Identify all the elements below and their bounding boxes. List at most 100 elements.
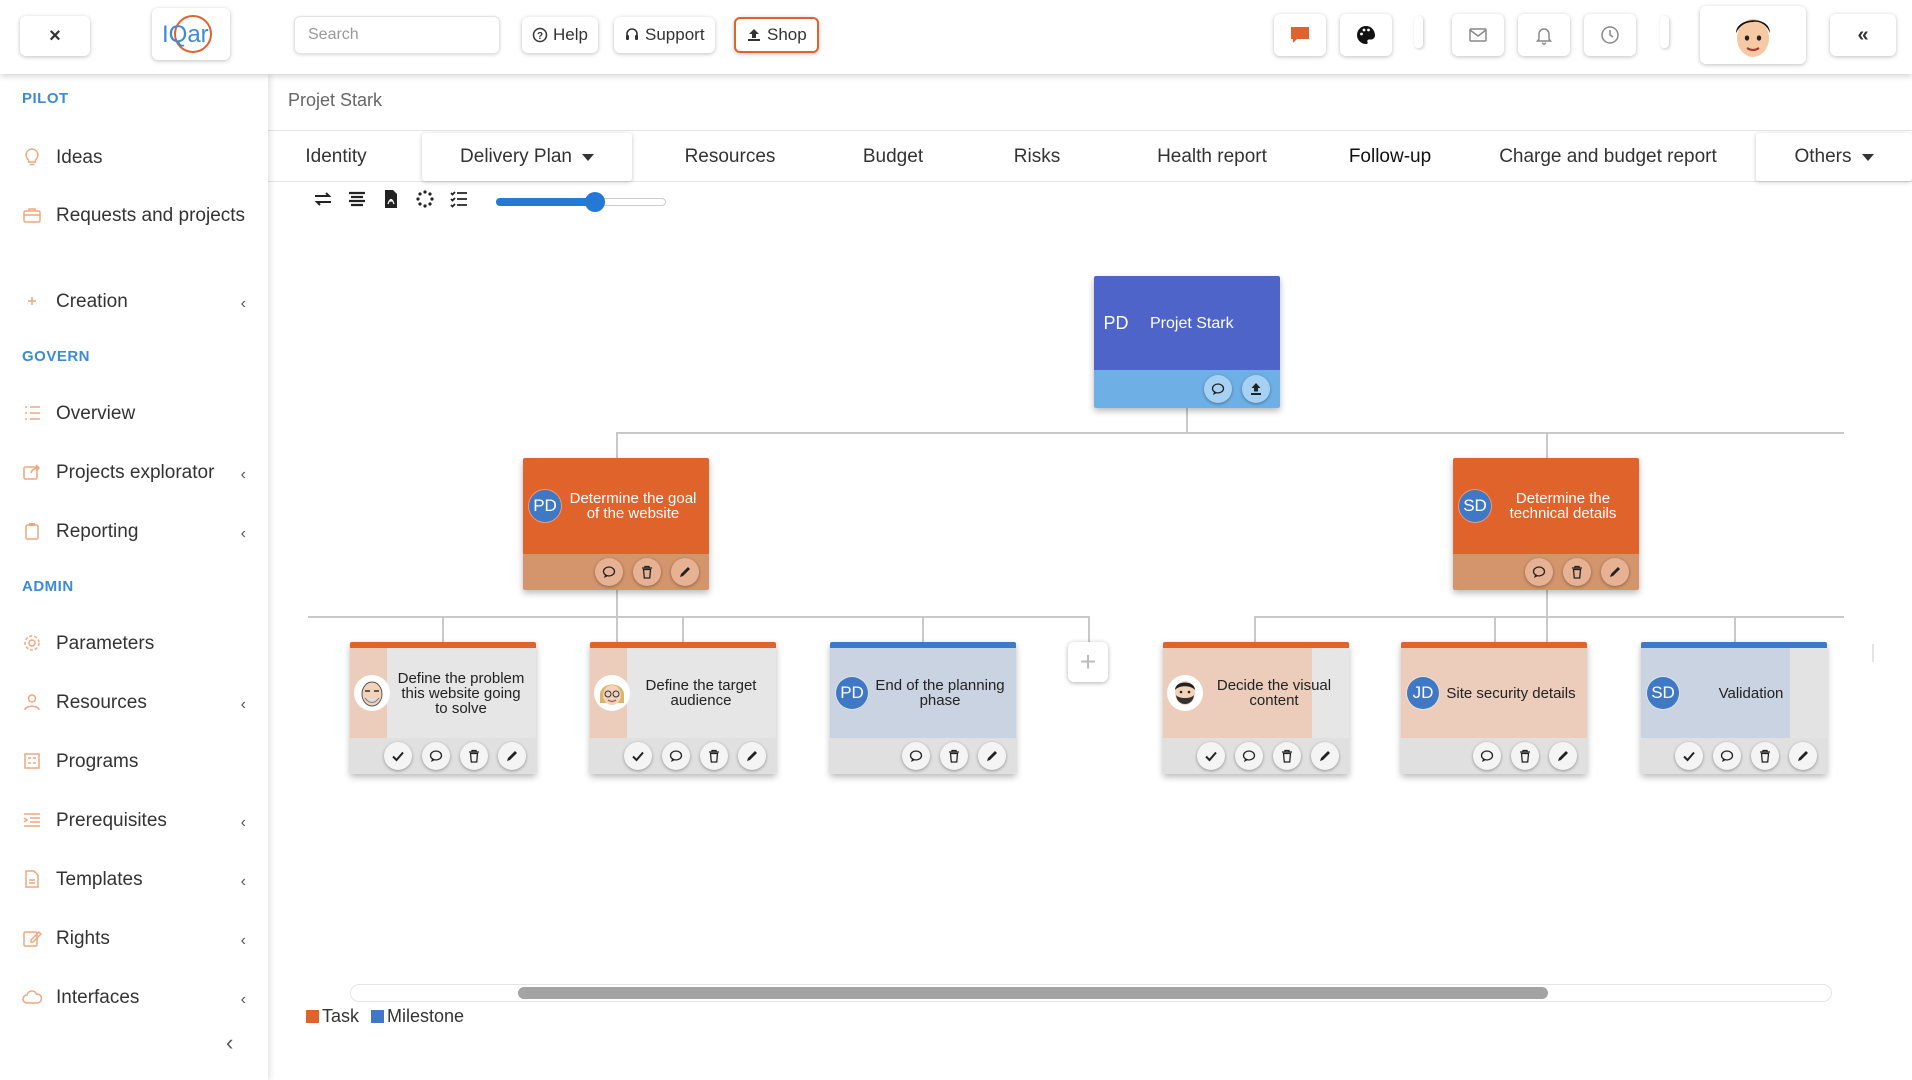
tab-follow-up[interactable]: Follow-up: [1320, 131, 1460, 183]
tab-charge-and-budget-report[interactable]: Charge and budget report: [1478, 131, 1738, 183]
assignee-initials: SD: [1459, 490, 1491, 522]
sidebar-item-creation[interactable]: Creation ‹: [22, 288, 252, 316]
delete-button[interactable]: [1563, 558, 1591, 586]
sidebar-collapse-button[interactable]: ‹: [226, 1030, 233, 1056]
edit-button[interactable]: [1601, 558, 1629, 586]
zoom-slider[interactable]: [496, 192, 666, 212]
tab-risks[interactable]: Risks: [976, 131, 1098, 183]
upload-button[interactable]: [1242, 375, 1270, 403]
sidebar-item-ideas[interactable]: Ideas: [22, 144, 252, 172]
assignee-initials: PD: [836, 677, 868, 709]
edit-button[interactable]: [671, 558, 699, 586]
chevron-left-icon: ‹: [240, 466, 246, 483]
swap-orientation-button[interactable]: [312, 188, 334, 210]
search-input[interactable]: [294, 16, 500, 54]
comment-button[interactable]: [1235, 742, 1263, 770]
delete-button[interactable]: [633, 558, 661, 586]
collapse-panel-button[interactable]: «: [1830, 14, 1896, 56]
list-indent-icon: [22, 810, 44, 832]
sidebar-item-reporting[interactable]: Reporting ‹: [22, 518, 252, 546]
close-button[interactable]: ×: [20, 16, 90, 56]
add-node-button[interactable]: +: [1068, 642, 1108, 682]
comment-icon: [1720, 750, 1734, 762]
scrollbar-thumb[interactable]: [518, 987, 1548, 999]
sidebar-item-parameters[interactable]: Parameters: [22, 630, 252, 658]
comment-button[interactable]: [1204, 375, 1232, 403]
sidebar-item-projects-explorator[interactable]: Projects explorator ‹: [22, 459, 252, 487]
theme-button[interactable]: [1340, 14, 1392, 56]
org-node-task[interactable]: Decide the visual content: [1163, 642, 1349, 774]
comment-button[interactable]: [1473, 742, 1501, 770]
org-node-task[interactable]: JD Site security details: [1401, 642, 1587, 774]
complete-button[interactable]: [384, 742, 412, 770]
edit-button[interactable]: [1311, 742, 1339, 770]
breadcrumb: Projet Stark: [288, 90, 383, 110]
comment-button[interactable]: [1525, 558, 1553, 586]
pencil-icon: [747, 751, 757, 761]
tab-health-report[interactable]: Health report: [1122, 131, 1302, 183]
delete-button[interactable]: [1751, 742, 1779, 770]
org-node-milestone[interactable]: SD Validation: [1641, 642, 1827, 774]
spinner-button[interactable]: [414, 188, 436, 210]
delete-button[interactable]: [940, 742, 968, 770]
horizontal-scrollbar[interactable]: [350, 984, 1832, 1002]
delete-button[interactable]: [1511, 742, 1539, 770]
align-button[interactable]: [346, 188, 368, 210]
org-node-task[interactable]: Define the problem this website going to…: [350, 642, 536, 774]
notifications-button[interactable]: [1518, 14, 1570, 56]
edit-button[interactable]: [498, 742, 526, 770]
org-node-milestone[interactable]: PD End of the planning phase: [830, 642, 1016, 774]
org-node-task[interactable]: Define the target audience: [590, 642, 776, 774]
delete-button[interactable]: [1273, 742, 1301, 770]
org-node-task[interactable]: PD Determine the goal of the website: [523, 458, 709, 590]
sidebar-item-overview[interactable]: Overview: [22, 400, 252, 428]
trash-icon: [1282, 749, 1292, 763]
sidebar-item-templates[interactable]: Templates ‹: [22, 866, 252, 894]
comment-button[interactable]: [662, 742, 690, 770]
avatar-bald-man-icon: [361, 681, 383, 707]
checklist-button[interactable]: [448, 188, 470, 210]
history-button[interactable]: [1584, 14, 1636, 56]
tab-delivery-plan[interactable]: Delivery Plan: [422, 133, 632, 181]
delete-button[interactable]: [700, 742, 728, 770]
edit-button[interactable]: [978, 742, 1006, 770]
edit-button[interactable]: [1549, 742, 1577, 770]
messages-button[interactable]: [1452, 14, 1504, 56]
tab-budget[interactable]: Budget: [828, 131, 958, 183]
sidebar-item-rights[interactable]: Rights ‹: [22, 925, 252, 953]
tab-resources[interactable]: Resources: [648, 131, 812, 183]
sidebar-item-requests-and-projects[interactable]: Requests and projects: [22, 202, 252, 230]
export-pdf-button[interactable]: [380, 188, 402, 210]
comment-button[interactable]: [422, 742, 450, 770]
edit-button[interactable]: [1789, 742, 1817, 770]
org-node-root[interactable]: PD Projet Stark: [1094, 276, 1280, 408]
assignee-avatar: [354, 675, 390, 711]
org-node-task[interactable]: SD Determine the technical details: [1453, 458, 1639, 590]
comment-button[interactable]: [1713, 742, 1741, 770]
comment-icon: [909, 750, 923, 762]
check-icon: [632, 751, 644, 762]
help-button[interactable]: ? Help: [522, 17, 598, 53]
sidebar-item-label: Requests and projects: [56, 205, 246, 226]
edit-button[interactable]: [738, 742, 766, 770]
app-logo[interactable]: IQar: [152, 8, 230, 60]
zoom-slider-handle[interactable]: [584, 192, 605, 212]
shop-button[interactable]: Shop: [734, 17, 819, 53]
tab-identity[interactable]: Identity: [276, 131, 396, 183]
sidebar-item-label: Programs: [56, 751, 139, 772]
sidebar-item-programs[interactable]: Programs: [22, 748, 252, 776]
comment-button[interactable]: [902, 742, 930, 770]
complete-button[interactable]: [1675, 742, 1703, 770]
connector: [616, 432, 1844, 434]
tab-others[interactable]: Others: [1756, 133, 1912, 181]
user-avatar-button[interactable]: [1700, 6, 1806, 64]
sidebar-item-prerequisites[interactable]: Prerequisites ‹: [22, 807, 252, 835]
chat-button[interactable]: [1274, 14, 1326, 56]
sidebar-item-resources[interactable]: Resources ‹: [22, 689, 252, 717]
sidebar-item-interfaces[interactable]: Interfaces ‹: [22, 984, 252, 1012]
complete-button[interactable]: [624, 742, 652, 770]
comment-button[interactable]: [595, 558, 623, 586]
support-button[interactable]: Support: [614, 17, 715, 53]
delete-button[interactable]: [460, 742, 488, 770]
complete-button[interactable]: [1197, 742, 1225, 770]
